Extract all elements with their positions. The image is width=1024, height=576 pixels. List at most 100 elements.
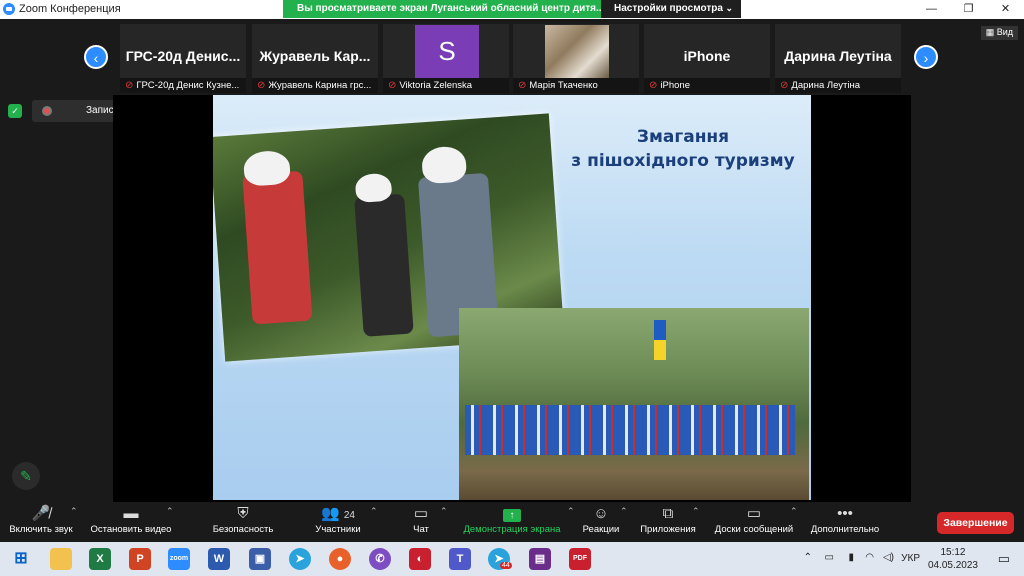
whiteboard-icon: ▭: [746, 505, 762, 522]
meeting-toolbar: 🎤̸ Включить звук ⌃ ▬ Остановить видео ⌃ …: [0, 502, 1024, 542]
view-settings-button[interactable]: Настройки просмотра ⌄: [601, 0, 741, 18]
whiteboards-label: Доски сообщений: [714, 524, 794, 535]
unmute-button[interactable]: 🎤̸ Включить звук ⌃: [4, 502, 78, 542]
security-button[interactable]: ⛨ Безопасность: [208, 502, 278, 542]
ukraine-flag: [654, 320, 666, 360]
share-screen-button[interactable]: ↑ Демонстрация экрана ⌃: [460, 502, 574, 542]
apps-icon: ⧉: [662, 505, 674, 522]
participant-tile[interactable]: Дарина Леутіна ⊘ Дарина Леутіна: [775, 24, 901, 93]
mic-off-icon: 🎤̸: [31, 505, 51, 522]
participant-label: Марія Ткаченко: [529, 80, 598, 91]
security-label: Безопасность: [212, 524, 274, 535]
caret-up-icon[interactable]: ⌃: [440, 506, 448, 517]
participant-tile[interactable]: ГРС-20д Денис... ⊘ ГРС-20д Денис Кузне...: [120, 24, 246, 93]
telegram-icon[interactable]: ➤: [289, 548, 311, 570]
caret-up-icon[interactable]: ⌃: [692, 506, 700, 517]
view-button-label: Вид: [996, 27, 1013, 37]
participants-count: 24: [343, 510, 355, 521]
participant-label: ГРС-20д Денис Кузне...: [136, 80, 240, 91]
app-title: Zoom Конференция: [3, 3, 121, 15]
teams-icon[interactable]: T: [449, 548, 471, 570]
slide-title-line2: з пішохідного туризму: [571, 151, 795, 171]
view-button[interactable]: ▦ Вид: [980, 26, 1018, 40]
reactions-label: Реакции: [582, 524, 620, 535]
chat-button[interactable]: ▭ Чат ⌃: [404, 502, 447, 542]
volume-icon[interactable]: ◁): [883, 552, 894, 563]
participant-name-large: ГРС-20д Денис...: [125, 48, 241, 64]
next-page-button[interactable]: ›: [914, 45, 938, 69]
participant-label: Viktoria Zelenska: [399, 80, 473, 91]
excel-icon[interactable]: X: [89, 548, 111, 570]
battery-icon[interactable]: ▮: [848, 552, 854, 563]
stop-video-button[interactable]: ▬ Остановить видео ⌃: [86, 502, 176, 542]
share-screen-icon: ↑: [503, 509, 521, 522]
participant-tile[interactable]: Журавель Кар... ⊘ Журавель Карина грс...: [252, 24, 378, 93]
chat-icon: ▭: [413, 505, 429, 522]
chat-label: Чат: [413, 524, 429, 535]
viber-icon[interactable]: ✆: [369, 548, 391, 570]
word-icon[interactable]: W: [208, 548, 230, 570]
participant-photo: [545, 25, 609, 78]
avatar: S: [415, 25, 479, 78]
more-dots-icon: •••: [837, 505, 853, 522]
clock[interactable]: 15:12 04.05.2023: [928, 546, 978, 572]
close-button[interactable]: ✕: [987, 0, 1024, 19]
caret-up-icon[interactable]: ⌃: [790, 506, 798, 517]
mic-muted-icon: ⊘: [388, 80, 397, 91]
mic-muted-icon: ⊘: [518, 80, 527, 91]
reactions-button[interactable]: ☺ Реакции ⌃: [580, 502, 628, 542]
grid-icon: ▦: [985, 27, 997, 37]
save-icon[interactable]: ▣: [249, 548, 271, 570]
participants-button[interactable]: 👥 24 Участники ⌃: [304, 502, 377, 542]
end-meeting-button[interactable]: Завершение: [937, 512, 1014, 534]
participant-label: Дарина Леутіна: [791, 80, 861, 91]
share-screen-label: Демонстрация экрана: [463, 524, 561, 535]
maximize-button[interactable]: ❐: [950, 0, 987, 19]
participants-label: Участники: [315, 524, 361, 535]
laptop-icon[interactable]: ▭: [825, 552, 834, 563]
caret-up-icon[interactable]: ⌃: [620, 506, 628, 517]
record-icon: [42, 106, 52, 116]
chevron-right-icon: ›: [923, 50, 929, 66]
zoom-icon[interactable]: zoom: [168, 548, 190, 570]
powerpoint-icon[interactable]: P: [129, 548, 151, 570]
window-title: Zoom Конференция: [19, 3, 121, 15]
stop-video-label: Остановить видео: [90, 524, 172, 535]
presentation-slide: Змагання з пішохідного туризму: [213, 95, 811, 500]
windows-icon[interactable]: ⊞: [10, 548, 32, 570]
more-button[interactable]: ••• Дополнительно: [806, 502, 884, 542]
pdf-icon[interactable]: PDF: [569, 548, 591, 570]
shield-icon: ⛨: [237, 505, 249, 522]
group-photo: [459, 308, 809, 500]
winrar-icon[interactable]: ▤: [529, 548, 551, 570]
chevron-left-icon: ‹: [93, 50, 99, 66]
whiteboards-button[interactable]: ▭ Доски сообщений ⌃: [710, 502, 798, 542]
participant-label: Журавель Карина грс...: [268, 80, 372, 91]
notifications-icon[interactable]: ▭: [998, 551, 1010, 567]
caret-up-icon[interactable]: ⌃: [370, 506, 378, 517]
caret-up-icon[interactable]: ⌃: [70, 506, 78, 517]
language-indicator[interactable]: УКР: [901, 553, 920, 564]
more-label: Дополнительно: [810, 524, 880, 535]
caret-up-icon[interactable]: ⌃: [166, 506, 174, 517]
participant-name-large: iPhone: [683, 48, 731, 64]
caret-up-icon[interactable]: ⌃: [567, 506, 575, 517]
participant-name-large: Дарина Леутіна: [784, 48, 892, 64]
firefox-icon[interactable]: ●: [329, 548, 351, 570]
wifi-icon[interactable]: ◠: [865, 552, 874, 563]
prev-page-button[interactable]: ‹: [84, 45, 108, 69]
participant-tile[interactable]: iPhone ⊘ iPhone: [644, 24, 770, 93]
app-icon[interactable]: ◐: [409, 548, 431, 570]
windows-taskbar: ⊞ X P zoom W ▣ ➤ ● ✆ ◐ T ➤ 44 ▤ PDF ⌃ ▭ …: [0, 542, 1024, 576]
unmute-label: Включить звук: [9, 524, 73, 535]
minimize-button[interactable]: —: [913, 0, 950, 19]
security-shield-icon: ✓: [8, 104, 22, 118]
apps-label: Приложения: [640, 524, 696, 535]
apps-button[interactable]: ⧉ Приложения ⌃: [636, 502, 700, 542]
crowd: [465, 405, 795, 455]
file-explorer-icon[interactable]: [50, 548, 72, 570]
annotate-pencil-icon[interactable]: ✎: [12, 462, 40, 490]
participant-name-large: Журавель Кар...: [259, 48, 371, 64]
chevron-up-icon[interactable]: ⌃: [804, 552, 812, 563]
screen-share-banner: Вы просматриваете экран Луганський облас…: [283, 0, 601, 18]
